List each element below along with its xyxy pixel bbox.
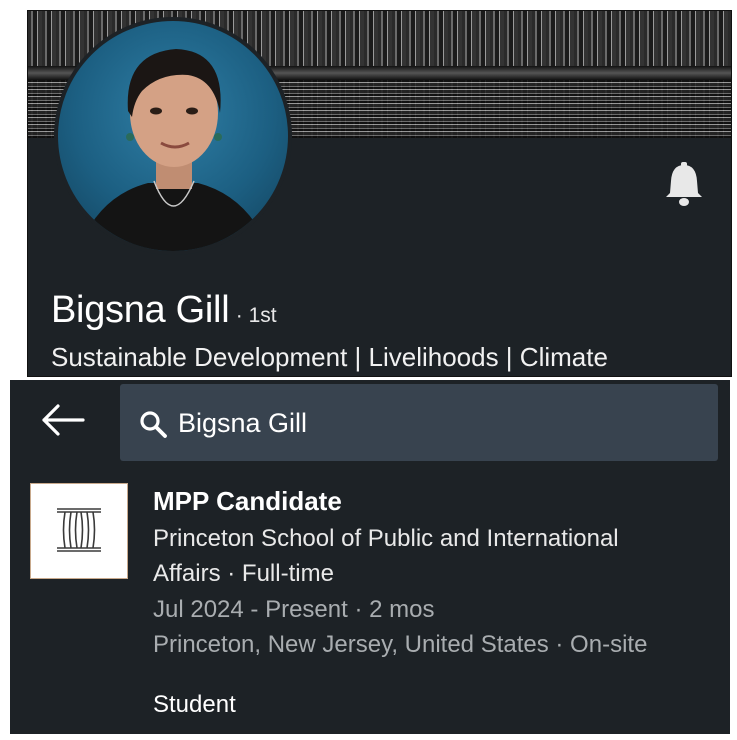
princeton-spia-logo (57, 508, 101, 552)
back-button[interactable] (38, 402, 88, 438)
profile-name: Bigsna Gill (51, 289, 230, 331)
arrow-left-icon (42, 404, 85, 436)
search-input[interactable]: Bigsna Gill (178, 408, 307, 439)
profile-name-row: Bigsna Gill · 1st (51, 289, 277, 332)
profile-header: Bigsna Gill · 1st Sustainable Developmen… (27, 10, 732, 377)
connection-degree: · 1st (235, 304, 277, 327)
position-dates: Jul 2024 - Present · 2 mos (153, 596, 435, 623)
organization-employment-type: Affairs · Full-time (153, 560, 334, 587)
search-bar[interactable]: Bigsna Gill (120, 384, 718, 461)
notification-bell-button[interactable] (663, 161, 705, 207)
position-title: MPP Candidate (153, 486, 342, 516)
experience-panel: Bigsna Gill MPP Candidate Princeton Scho… (10, 380, 730, 734)
search-icon (140, 411, 167, 438)
organization-name: Princeton School of Public and Internati… (153, 525, 619, 552)
profile-avatar[interactable] (54, 17, 292, 255)
profile-headline: Sustainable Development | Livelihoods | … (51, 342, 608, 372)
position-location: Princeton, New Jersey, United States · O… (153, 631, 648, 658)
bell-icon (666, 162, 702, 206)
organization-logo[interactable] (30, 483, 128, 579)
avatar-portrait (78, 49, 270, 251)
position-description: Student (153, 691, 236, 718)
